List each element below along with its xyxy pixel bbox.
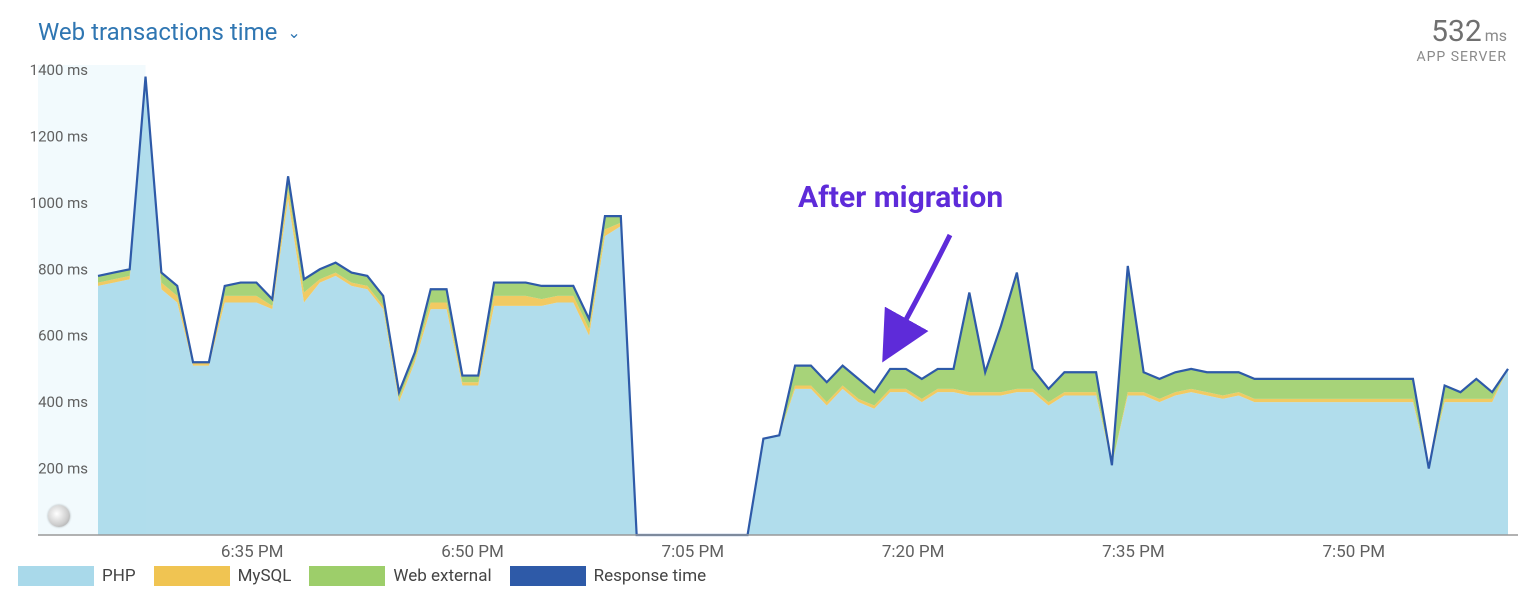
svg-text:6:35 PM: 6:35 PM (221, 542, 284, 560)
annotation-arrow (880, 225, 970, 365)
svg-text:1400 ms: 1400 ms (30, 61, 88, 79)
svg-text:200 ms: 200 ms (38, 460, 88, 478)
loading-spinner-icon (48, 505, 70, 527)
legend-item[interactable]: PHP (18, 566, 136, 586)
svg-text:400 ms: 400 ms (38, 393, 88, 411)
metric-unit: ms (1485, 26, 1507, 45)
legend-swatch (510, 566, 586, 586)
legend-item[interactable]: Web external (309, 566, 491, 586)
svg-text:600 ms: 600 ms (38, 327, 88, 345)
chart-legend: PHP MySQL Web external Response time (18, 566, 706, 586)
svg-text:1000 ms: 1000 ms (30, 194, 88, 212)
svg-text:6:50 PM: 6:50 PM (441, 542, 504, 560)
chart-title-dropdown[interactable]: Web transactions time ⌄ (38, 18, 301, 46)
svg-text:7:05 PM: 7:05 PM (662, 542, 725, 560)
legend-item[interactable]: Response time (510, 566, 707, 586)
legend-swatch (309, 566, 385, 586)
legend-label: Response time (594, 566, 707, 586)
metric-value: 532 (1431, 14, 1482, 49)
annotation-label: After migration (798, 180, 1003, 215)
chart-title: Web transactions time (38, 18, 277, 46)
svg-text:7:35 PM: 7:35 PM (1102, 542, 1165, 560)
svg-text:7:20 PM: 7:20 PM (882, 542, 945, 560)
legend-label: PHP (102, 566, 136, 586)
legend-label: Web external (393, 566, 491, 586)
chevron-down-icon: ⌄ (287, 23, 300, 42)
legend-item[interactable]: MySQL (154, 566, 292, 586)
legend-label: MySQL (238, 566, 292, 586)
summary-metric: 532ms APP SERVER (1416, 14, 1507, 65)
area-chart[interactable]: 200 ms 400 ms 600 ms 800 ms 1000 ms 1200 ms 14… (18, 60, 1518, 560)
svg-text:800 ms: 800 ms (38, 260, 88, 278)
legend-swatch (154, 566, 230, 586)
svg-text:1200 ms: 1200 ms (30, 127, 88, 145)
legend-swatch (18, 566, 94, 586)
svg-text:7:50 PM: 7:50 PM (1322, 542, 1385, 560)
